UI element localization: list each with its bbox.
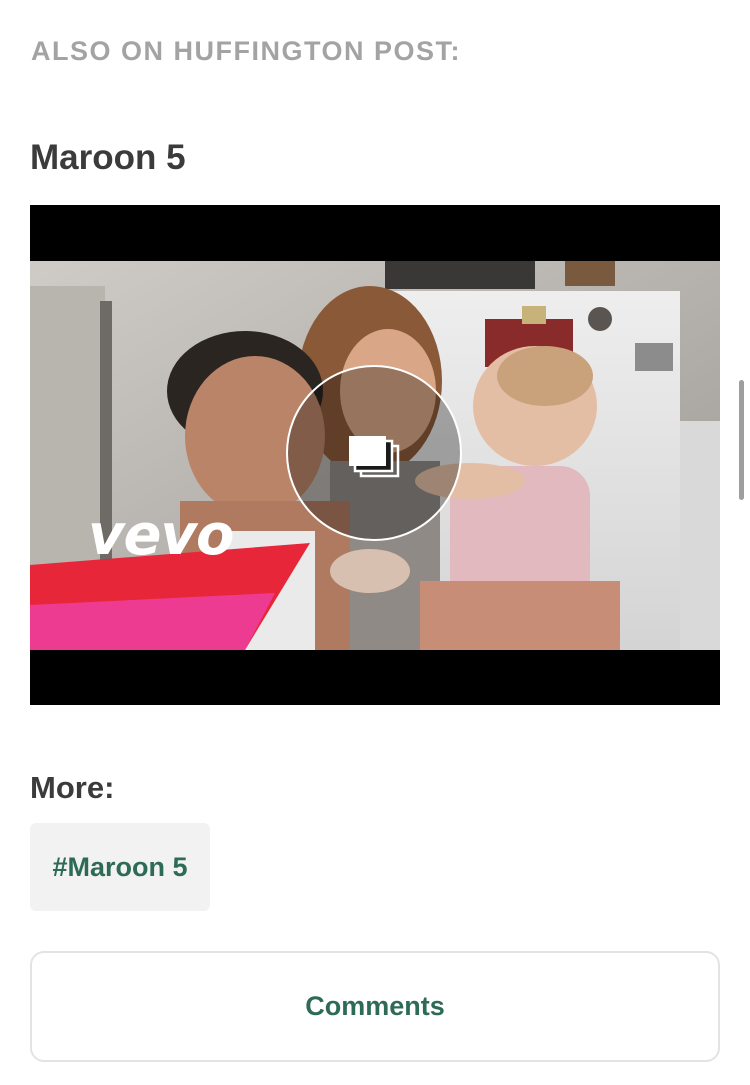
comments-label: Comments: [305, 991, 445, 1021]
tag-label: #Maroon 5: [52, 851, 188, 882]
vevo-logo-text: vevo: [88, 503, 234, 568]
gallery-icon: [349, 436, 400, 478]
slideshow-thumbnail[interactable]: vevo: [30, 205, 720, 705]
more-label: More:: [30, 770, 115, 805]
scrollbar[interactable]: [739, 380, 744, 500]
also-on-heading: ALSO ON HUFFINGTON POST:: [31, 36, 462, 66]
slideshow-title: Maroon 5: [30, 138, 186, 177]
tag-maroon-5[interactable]: #Maroon 5: [30, 823, 210, 911]
article-page: ALSO ON HUFFINGTON POST: Maroon 5 vevo M…: [0, 0, 750, 1085]
comments-button[interactable]: Comments: [30, 951, 720, 1062]
